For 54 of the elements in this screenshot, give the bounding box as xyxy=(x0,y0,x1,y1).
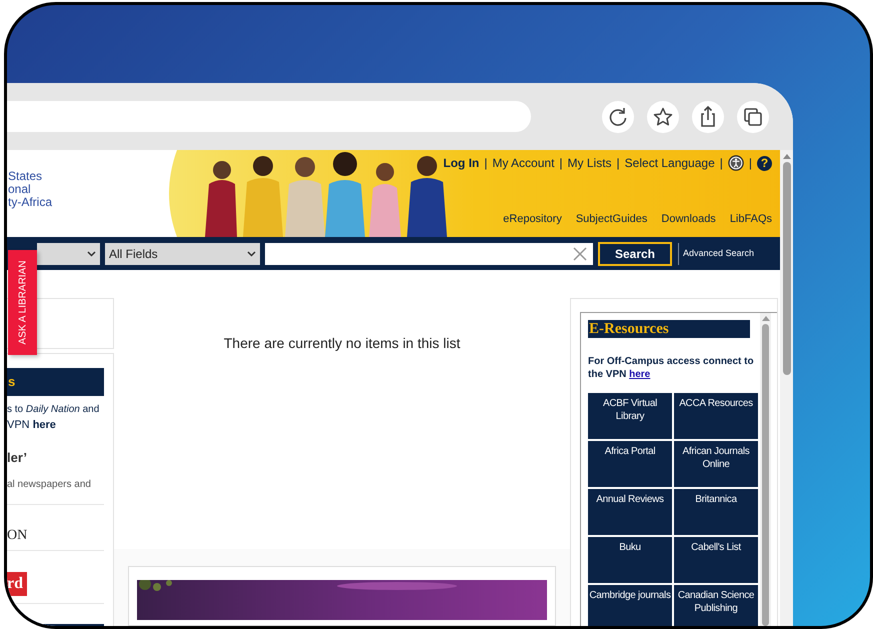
chevron-icon xyxy=(247,250,256,256)
caption-text: al newspapers and xyxy=(7,478,92,492)
logo-text: States xyxy=(7,170,44,183)
type-select[interactable] xyxy=(37,242,100,264)
header-link[interactable]: Log In xyxy=(443,154,480,172)
scrollbar-thumb[interactable] xyxy=(762,324,769,626)
header-link[interactable]: My Lists xyxy=(568,154,612,172)
resource-tile[interactable]: African Journals Online xyxy=(674,441,758,487)
scrollbar-thumb[interactable] xyxy=(782,162,790,375)
tabs-icon[interactable] xyxy=(737,100,769,132)
scroll-up-icon[interactable] xyxy=(782,154,790,159)
resource-tile[interactable]: Annual Reviews xyxy=(588,489,672,535)
nav-link[interactable]: eRepository xyxy=(503,210,562,227)
resource-tile[interactable]: ACBF Virtual Library xyxy=(588,393,672,439)
accessibility-icon[interactable] xyxy=(728,155,744,171)
panel-text: s to Daily Nation and xyxy=(7,403,100,417)
chevron-icon xyxy=(87,250,96,256)
separator: | xyxy=(748,155,752,172)
nav-link[interactable]: LibFAQs xyxy=(730,210,772,227)
header-link[interactable]: Select Language xyxy=(624,154,715,172)
ask-a-librarian-tab[interactable]: ASK A LIBRARIAN xyxy=(8,250,37,355)
separator: | xyxy=(484,155,488,172)
logo-text: ty-Africa xyxy=(7,196,54,209)
reload-icon[interactable] xyxy=(602,100,634,132)
clear-icon[interactable] xyxy=(573,246,587,260)
newspaper-logo: ON xyxy=(7,527,28,545)
share-icon[interactable] xyxy=(692,100,724,132)
search-input[interactable] xyxy=(265,242,593,264)
nav-link[interactable]: Downloads xyxy=(661,210,716,227)
separator: | xyxy=(720,155,723,172)
resource-tile[interactable]: Buku xyxy=(588,537,672,583)
advanced-search-link[interactable]: Advanced Search xyxy=(683,246,754,260)
vpn-link[interactable]: here xyxy=(629,369,650,380)
nav-link[interactable]: SubjectGuides xyxy=(576,210,648,227)
field-select[interactable]: All Fields xyxy=(105,242,260,264)
header-link[interactable]: My Account xyxy=(492,154,554,172)
resource-tile[interactable]: ACCA Resources xyxy=(674,393,758,439)
panel-heading: s xyxy=(8,373,16,392)
resource-tile[interactable]: Cabell's List xyxy=(674,537,758,583)
logo-text: onal xyxy=(7,183,32,196)
resource-tile[interactable]: Canadian Science Publishing xyxy=(674,585,758,626)
separator: | xyxy=(616,155,620,172)
panel-text: VPN here xyxy=(7,418,57,433)
access-note: For Off-Campus access connect to the VPN here xyxy=(588,355,755,381)
select-value: All Fields xyxy=(109,246,158,262)
search-button[interactable]: Search xyxy=(598,242,672,266)
resource-tile[interactable]: Cambridge journals xyxy=(588,585,672,626)
resource-tile[interactable]: Africa Portal xyxy=(588,441,672,487)
resource-tile[interactable]: Britannica xyxy=(674,489,758,535)
empty-list-message: There are currently no items in this list xyxy=(224,334,460,353)
newspaper-logo: rd xyxy=(7,572,27,596)
newspaper-logo: ler’ xyxy=(7,448,28,466)
eresources-title: E-Resources xyxy=(589,320,669,339)
separator: | xyxy=(559,155,563,172)
